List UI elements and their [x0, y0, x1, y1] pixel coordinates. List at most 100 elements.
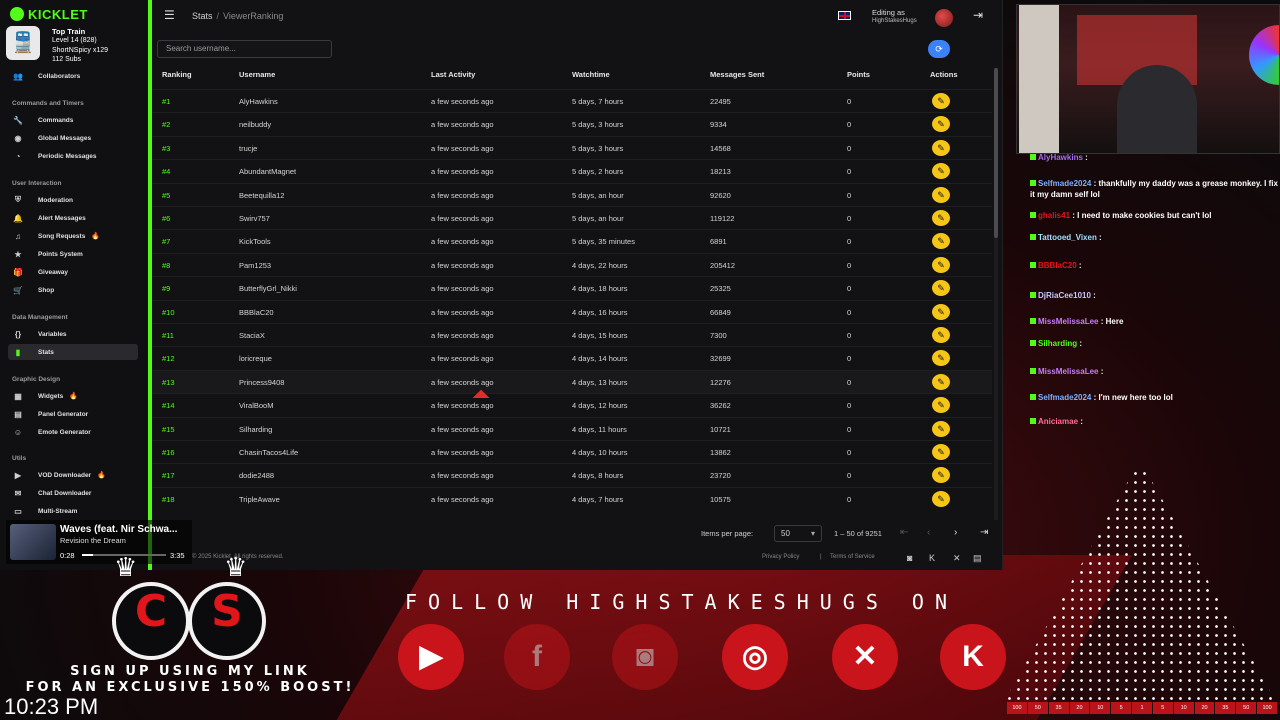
multiplier-cell: 20	[1194, 702, 1215, 714]
col-watchtime[interactable]: Watchtime	[572, 70, 610, 79]
edit-icon[interactable]: ✎	[932, 444, 950, 460]
sidebar-item-shop[interactable]: 🛒 Shop	[12, 282, 142, 298]
brand-logo[interactable]: KICKLET	[10, 7, 88, 22]
edit-icon[interactable]: ✎	[932, 210, 950, 226]
col-points[interactable]: Points	[847, 70, 870, 79]
edit-icon[interactable]: ✎	[932, 397, 950, 414]
table-row[interactable]: #15 Silharding a few seconds ago 4 days, 11…	[152, 416, 992, 440]
watchtime-cell: 5 days, 3 hours	[572, 143, 624, 153]
sidebar-item-points-system[interactable]: ★ Points System	[12, 246, 142, 262]
table-row[interactable]: #8 Pam1253 a few seconds ago 4 days, 22 hou…	[152, 252, 992, 276]
uk-flag-icon[interactable]	[838, 11, 851, 20]
edit-icon[interactable]: ✎	[932, 256, 950, 273]
table-row[interactable]: #9 ButterflyGrl_Nikki a few seconds ago 4 d…	[152, 276, 992, 299]
points-cell: 0	[847, 120, 852, 130]
table-row[interactable]: #10 BBBlaC20 a few seconds ago 4 days, 16 h…	[152, 299, 992, 323]
now-playing-widget: Waves (feat. Nir Schwa... Revision the D…	[6, 520, 192, 564]
items-per-page-select[interactable]: 50 ▾	[774, 525, 822, 542]
breadcrumb-stats[interactable]: Stats	[192, 11, 213, 21]
table-row[interactable]: #4 AbundantMagnet a few seconds ago 5 days,…	[152, 159, 992, 182]
table-row[interactable]: #6 Swirv757 a few seconds ago 5 days, an ho…	[152, 206, 992, 229]
kick-icon[interactable]: K	[929, 553, 935, 563]
last-activity-cell: a few seconds ago	[431, 331, 494, 340]
edit-icon[interactable]: ✎	[932, 139, 950, 156]
search-input[interactable]: Search username...	[157, 40, 332, 58]
rank-cell: #16	[162, 448, 175, 457]
logout-icon[interactable]: ⇥	[973, 8, 983, 22]
sidebar-item-song-requests[interactable]: ♫ Song Requests 🔥	[12, 228, 142, 244]
table-row[interactable]: #11 StaciaX a few seconds ago 4 days, 15 ho…	[152, 323, 992, 346]
table-row[interactable]: #2 neilbuddy a few seconds ago 5 days, 3 ho…	[152, 112, 992, 135]
sidebar-item-stats[interactable]: ▮ Stats	[8, 344, 138, 360]
table-scroll-thumb[interactable]	[994, 68, 998, 238]
chat-message: DjRiaCee1010 :	[1030, 290, 1280, 301]
sidebar-item-chat-downloader[interactable]: ✉ Chat Downloader	[12, 485, 142, 501]
last-page-icon[interactable]: ⇥	[980, 527, 988, 538]
sidebar-item-global-messages[interactable]: ◉ Global Messages	[12, 130, 142, 146]
sidebar-item-panel-generator[interactable]: ▤ Panel Generator	[12, 406, 142, 422]
document-icon[interactable]: ▤	[973, 553, 982, 564]
edit-icon[interactable]: ✎	[932, 186, 950, 203]
sidebar-item-commands[interactable]: 🔧 Commands	[12, 112, 142, 128]
table-row[interactable]: #1 AlyHawkins a few seconds ago 5 days, 7 h…	[152, 89, 992, 112]
webcam-door	[1019, 5, 1059, 153]
discord-icon[interactable]: ◙	[907, 553, 912, 563]
privacy-link[interactable]: Privacy Policy	[762, 554, 799, 560]
sidebar-item-moderation[interactable]: ⛨ Moderation	[12, 192, 142, 208]
sidebar-item-emote-generator[interactable]: ☺ Emote Generator	[12, 424, 142, 440]
next-page-icon[interactable]: ›	[954, 527, 957, 538]
prev-page-icon[interactable]: ‹	[927, 527, 930, 538]
edit-icon[interactable]: ✎	[932, 490, 950, 507]
sidebar-item-periodic-messages[interactable]: ◔ Periodic Messages	[12, 148, 142, 164]
col-last-activity[interactable]: Last Activity	[431, 70, 475, 79]
messages-cell: 6891	[710, 237, 727, 247]
edit-icon[interactable]: ✎	[932, 93, 950, 109]
edit-icon[interactable]: ✎	[932, 373, 950, 390]
sidebar-item-collaborators[interactable]: 👥 Collaborators	[12, 68, 142, 84]
x-icon[interactable]: ✕	[953, 553, 961, 564]
edit-icon[interactable]: ✎	[932, 233, 950, 250]
sidebar-item-alert-messages[interactable]: 🔔 Alert Messages	[12, 210, 142, 226]
col-ranking[interactable]: Ranking	[162, 70, 192, 79]
table-row[interactable]: #13 Princess9408 a few seconds ago 4 days, …	[152, 369, 992, 393]
table-row[interactable]: #7 KickTools a few seconds ago 5 days, 35 m…	[152, 229, 992, 252]
rank-cell: #8	[162, 260, 171, 270]
table-row[interactable]: #12 loricreque a few seconds ago 4 days, 14…	[152, 346, 992, 369]
messages-cell: 32699	[710, 354, 731, 364]
sidebar-section-title: Graphic Design	[12, 376, 61, 383]
refresh-button[interactable]: ⟳	[928, 40, 950, 58]
chat-username: Silharding	[1038, 339, 1078, 348]
edit-icon[interactable]: ✎	[932, 350, 950, 367]
edit-icon[interactable]: ✎	[932, 327, 950, 343]
watchtime-cell: 4 days, 18 hours	[572, 284, 628, 294]
col-username[interactable]: Username	[239, 70, 275, 79]
table-row[interactable]: #5 Beetequilla12 a few seconds ago 5 days, …	[152, 182, 992, 206]
chat-separator: :	[1098, 367, 1104, 376]
avatar[interactable]	[935, 9, 953, 27]
sidebar-item-widgets[interactable]: ▦ Widgets 🔥	[12, 388, 142, 404]
table-row[interactable]: #18 TripleAwave a few seconds ago 4 days, 7…	[152, 486, 992, 510]
sidebar-item-variables[interactable]: {} Variables	[12, 326, 142, 342]
edit-icon[interactable]: ✎	[932, 420, 950, 437]
col-messages-sent[interactable]: Messages Sent	[710, 70, 764, 79]
edit-icon[interactable]: ✎	[932, 467, 950, 484]
table-row[interactable]: #3 trucje a few seconds ago 5 days, 3 hours…	[152, 135, 992, 159]
table-scrollbar[interactable]	[994, 68, 998, 520]
sidebar-item-vod-downloader[interactable]: ▶ VOD Downloader 🔥	[12, 467, 142, 483]
rank-cell: #9	[162, 284, 171, 294]
table-row[interactable]: #14 ViralBooM a few seconds ago 4 days, 12 …	[152, 393, 992, 416]
edit-icon[interactable]: ✎	[932, 163, 950, 180]
multiplier-cell: 5	[1111, 702, 1132, 714]
sidebar-item-giveaway[interactable]: 🎁 Giveaway	[12, 264, 142, 280]
first-page-icon[interactable]: ⇤	[900, 527, 908, 538]
menu-icon[interactable]: ☰	[164, 8, 175, 22]
terms-link[interactable]: Terms of Service	[830, 554, 875, 560]
table-row[interactable]: #16 ChasinTacos4Life a few seconds ago 4 da…	[152, 440, 992, 463]
username-cell: Pam1253	[239, 260, 272, 270]
edit-icon[interactable]: ✎	[932, 116, 950, 133]
edit-icon[interactable]: ✎	[932, 280, 950, 297]
chat-username: BBBlaC20	[1038, 261, 1077, 270]
sidebar-item-multi-stream[interactable]: ▭ Multi-Stream	[12, 503, 142, 519]
edit-icon[interactable]: ✎	[932, 303, 950, 320]
table-row[interactable]: #17 dodie2488 a few seconds ago 4 days, 8 h…	[152, 463, 992, 486]
